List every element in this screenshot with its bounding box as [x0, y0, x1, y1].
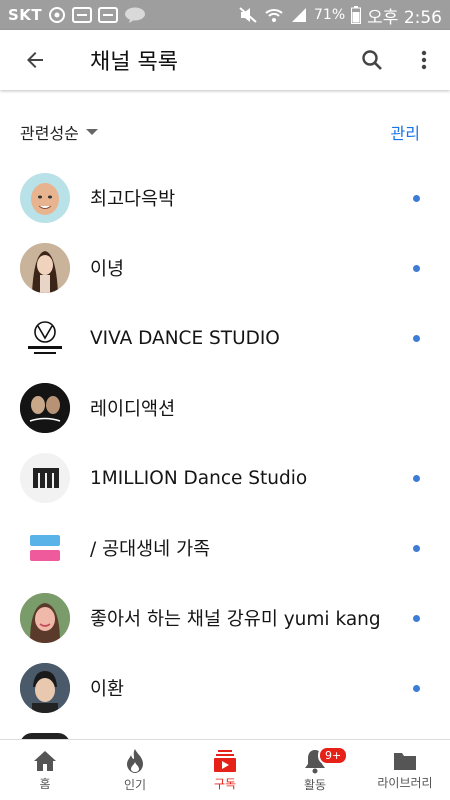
channel-item[interactable]: / 공대생네 가족: [0, 513, 450, 583]
more-options-button[interactable]: [398, 30, 450, 90]
channel-name: 좋아서 하는 채널 강유미 yumi kang: [90, 609, 381, 630]
channel-list: 최고다윽박 이녕 VIVA DANCE STUDIO 레이디액션 1MILLIO…: [0, 163, 450, 723]
channel-name: 이환: [90, 679, 125, 700]
battery-icon: [351, 6, 362, 24]
clock: 오후 2:56: [367, 7, 442, 28]
channel-name: VIVA DANCE STUDIO: [90, 327, 280, 349]
new-content-dot: [413, 194, 420, 202]
nav-library[interactable]: 라이브러리: [360, 740, 450, 800]
avatar: [20, 313, 70, 363]
nav-activity[interactable]: 9+ 활동: [270, 740, 360, 800]
nav-subscriptions[interactable]: 구독: [180, 740, 270, 800]
sort-label: 관련성순: [20, 124, 79, 143]
settings-status-icon: [48, 6, 66, 24]
nav-home[interactable]: 홈: [0, 740, 90, 800]
page-title: 채널 목록: [90, 50, 178, 75]
arrow-back-icon: [27, 52, 43, 68]
dropdown-arrow-icon: [85, 129, 98, 135]
wifi-icon: [264, 6, 284, 24]
subscriptions-icon: [214, 749, 236, 772]
channel-item[interactable]: 좋아서 하는 채널 강유미 yumi kang: [0, 583, 450, 653]
channel-name: 레이디액션: [90, 399, 176, 420]
channel-name: 이녕: [90, 259, 125, 280]
trending-fire-icon: [127, 748, 143, 773]
channel-name: 1MILLION Dance Studio: [90, 467, 308, 489]
channel-item[interactable]: 이환: [0, 653, 450, 723]
carrier-label: SKT: [8, 6, 43, 24]
channel-name: / 공대생네 가족: [90, 539, 211, 560]
avatar: [20, 523, 70, 573]
mute-icon: [238, 6, 258, 24]
folder-icon: [394, 752, 416, 770]
sort-dropdown[interactable]: 관련성순: [20, 120, 99, 144]
avatar: [20, 383, 70, 433]
avatar: [20, 663, 70, 713]
manage-button[interactable]: 관리: [391, 120, 430, 144]
search-button[interactable]: [346, 30, 398, 90]
new-content-dot: [413, 264, 420, 272]
channel-item[interactable]: 레이디액션: [0, 373, 450, 443]
app-bar: 채널 목록: [0, 30, 450, 90]
new-content-dot: [413, 474, 420, 482]
channel-item[interactable]: 최고다윽박: [0, 163, 450, 233]
avatar: [20, 243, 70, 293]
notification-badge: 9+: [318, 746, 349, 765]
new-content-dot: [413, 544, 420, 552]
app-notification-icon: [98, 6, 119, 24]
channel-name: 최고다윽박: [90, 189, 176, 210]
sort-row: 관련성순 관리: [0, 110, 450, 154]
app-notification-icon: [72, 6, 93, 24]
battery-percent: 71%: [314, 7, 346, 23]
more-vert-icon: [421, 50, 427, 70]
signal-icon: [290, 6, 308, 24]
nav-label: 활동: [303, 777, 327, 792]
new-content-dot: [413, 614, 420, 622]
talk-icon: [124, 7, 146, 23]
avatar: [20, 173, 70, 223]
nav-label: 인기: [123, 777, 147, 792]
channel-item[interactable]: VIVA DANCE STUDIO: [0, 303, 450, 373]
nav-label: 라이브러리: [377, 775, 433, 790]
channel-item[interactable]: 1MILLION Dance Studio: [0, 443, 450, 513]
new-content-dot: [413, 684, 420, 692]
home-icon: [34, 750, 56, 771]
nav-trending[interactable]: 인기: [90, 740, 180, 800]
channel-item[interactable]: 이녕: [0, 233, 450, 303]
search-icon: [362, 50, 382, 70]
back-button[interactable]: [0, 30, 70, 90]
new-content-dot: [413, 334, 420, 342]
avatar: [20, 453, 70, 503]
avatar: [20, 593, 70, 643]
bottom-nav: 홈 인기 구독 9+ 활동 라이브러리: [0, 739, 450, 800]
status-bar: SKT 71% 오후 2:56: [0, 0, 450, 30]
nav-label: 홈: [39, 776, 51, 791]
nav-label: 구독: [213, 776, 237, 791]
